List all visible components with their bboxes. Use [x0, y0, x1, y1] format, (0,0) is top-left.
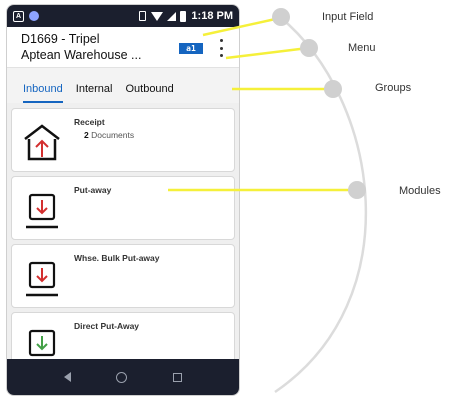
modules-marker [348, 181, 366, 199]
menu-pointer-line [225, 46, 309, 60]
groups-marker [324, 80, 342, 98]
annotation-input-field: Input Field [322, 11, 374, 23]
input-field-marker [272, 8, 290, 26]
input-field-pointer-line [202, 16, 281, 37]
annotation-overlay [168, 8, 368, 394]
annotation-menu: Menu [348, 42, 376, 54]
annotation-modules: Modules [399, 185, 441, 197]
annotation-groups: Groups [375, 82, 412, 94]
menu-marker [300, 39, 318, 57]
annotation-arc [274, 16, 368, 394]
